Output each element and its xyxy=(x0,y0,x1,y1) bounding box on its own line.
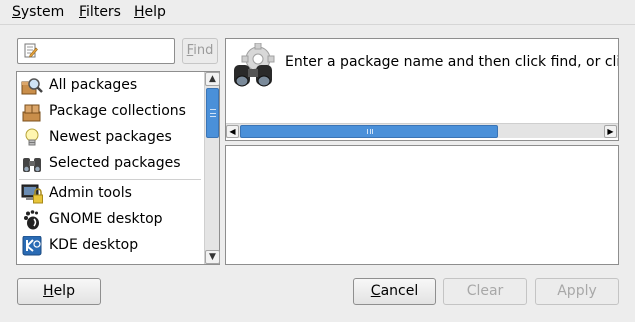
scrollbar-thumb[interactable] xyxy=(206,88,219,138)
help-button[interactable]: Help xyxy=(17,278,101,305)
group-item-selected-packages[interactable]: Selected packages xyxy=(17,151,203,177)
group-label: Newest packages xyxy=(49,129,172,145)
group-list-scrollbar[interactable]: ▲ ▼ xyxy=(204,72,220,264)
cancel-button-mnemonic: C xyxy=(370,283,381,299)
partial-group-icon xyxy=(21,262,43,265)
clear-button-label: Clear xyxy=(466,283,504,299)
group-separator xyxy=(19,179,201,180)
find-button[interactable]: Find xyxy=(182,38,218,64)
scroll-right-arrow-icon[interactable]: ▶ xyxy=(604,125,617,138)
group-list[interactable]: All packages Package collections Newest … xyxy=(16,71,220,265)
description-text: Enter a package name and then click find… xyxy=(285,54,619,70)
group-item-all-packages[interactable]: All packages xyxy=(17,73,203,99)
cancel-button[interactable]: Cancel xyxy=(353,278,436,305)
menu-help-mnemonic: H xyxy=(134,4,145,20)
binoculars-gear-icon xyxy=(234,43,275,87)
apply-button[interactable]: Apply xyxy=(535,278,619,305)
edit-icon xyxy=(24,43,38,58)
binoculars-icon xyxy=(23,158,41,172)
menu-filters-mnemonic: F xyxy=(79,4,87,20)
menu-system-label: ystem xyxy=(20,4,65,20)
gnome-foot-icon xyxy=(24,210,39,230)
group-item-gnome-desktop[interactable]: GNOME desktop xyxy=(17,207,203,233)
clear-button[interactable]: Clear xyxy=(443,278,527,305)
group-label: Admin tools xyxy=(49,185,132,201)
group-label: All packages xyxy=(49,77,138,93)
package-list[interactable] xyxy=(225,145,619,265)
group-item-kde-desktop[interactable]: KDE desktop xyxy=(17,233,203,259)
menu-system[interactable]: System xyxy=(12,4,64,20)
scrollbar-thumb[interactable] xyxy=(240,125,498,138)
scroll-down-arrow-icon[interactable]: ▼ xyxy=(205,250,220,264)
box-stack-icon xyxy=(22,104,41,122)
find-button-label: ind xyxy=(193,43,214,58)
group-item-partial xyxy=(17,259,203,265)
group-label: Package collections xyxy=(49,103,186,119)
group-item-package-collections[interactable]: Package collections xyxy=(17,99,203,125)
lightbulb-icon xyxy=(25,128,39,146)
kde-logo-icon xyxy=(22,236,42,256)
menu-system-mnemonic: S xyxy=(12,4,21,20)
menu-help-label: elp xyxy=(144,4,166,20)
group-label: KDE desktop xyxy=(49,237,139,253)
help-button-mnemonic: H xyxy=(43,283,54,299)
search-field[interactable] xyxy=(17,38,175,64)
menu-bar: System Filters Help xyxy=(0,0,635,25)
menu-help[interactable]: Help xyxy=(134,4,166,20)
scroll-up-arrow-icon[interactable]: ▲ xyxy=(205,72,220,86)
menu-filters[interactable]: Filters xyxy=(79,4,121,20)
group-item-newest-packages[interactable]: Newest packages xyxy=(17,125,203,151)
help-button-label: elp xyxy=(53,283,75,299)
group-label: Selected packages xyxy=(49,155,181,171)
cancel-button-label: ancel xyxy=(380,283,419,299)
admin-lock-icon xyxy=(21,184,43,204)
group-item-admin-tools[interactable]: Admin tools xyxy=(17,181,203,207)
magnifier-box-icon xyxy=(21,78,43,95)
search-input[interactable] xyxy=(44,41,170,61)
apply-button-label: Apply xyxy=(557,283,597,299)
scroll-left-arrow-icon[interactable]: ◀ xyxy=(226,125,239,138)
description-hscrollbar[interactable]: ◀ ▶ xyxy=(226,123,618,138)
group-label: GNOME desktop xyxy=(49,211,163,227)
menu-filters-label: ilters xyxy=(86,4,121,20)
